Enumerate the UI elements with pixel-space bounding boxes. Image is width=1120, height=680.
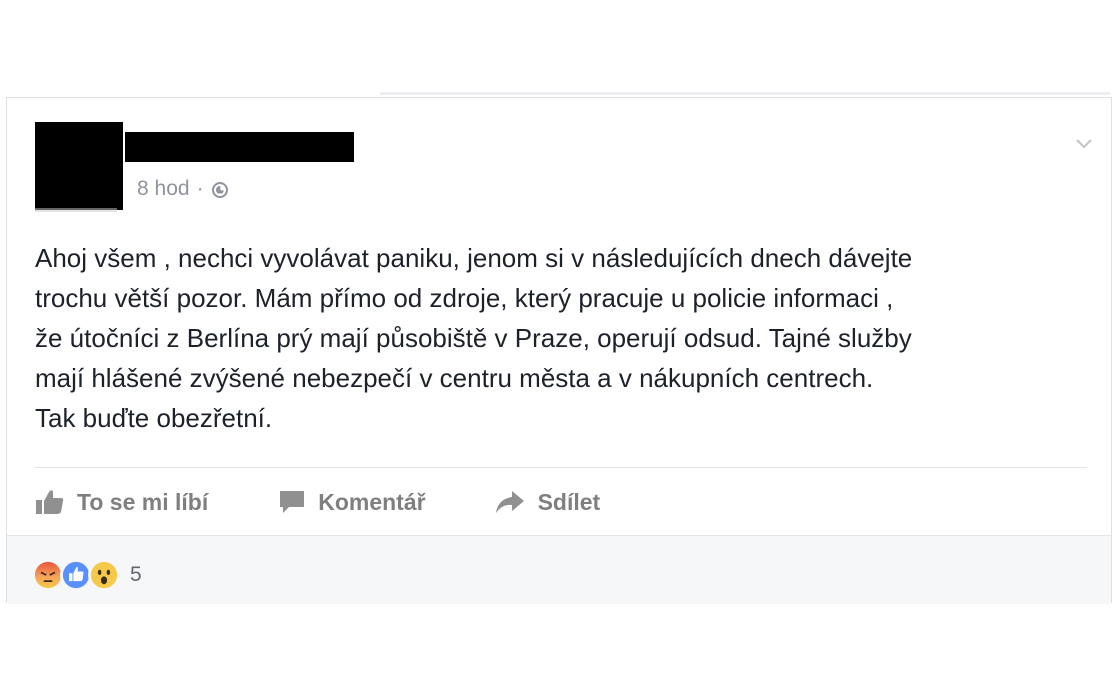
share-label: Sdílet	[537, 488, 601, 515]
action-divider	[35, 467, 1087, 468]
like-label: To se mi líbí	[77, 488, 209, 515]
post-text-line: Tak buďte obezřetní.	[35, 403, 273, 433]
globe-icon[interactable]	[211, 181, 228, 198]
meta-separator: ·	[196, 177, 204, 200]
post-text-line: mají hlášené zvýšené nebezpečí v centru …	[35, 363, 874, 393]
chevron-down-icon[interactable]	[1075, 134, 1093, 152]
post-text-line: že útočníci z Berlína prý mají působiště…	[35, 323, 912, 353]
thumbs-up-icon	[36, 490, 64, 514]
comment-label: Komentář	[318, 488, 426, 515]
comment-button[interactable]: Komentář	[278, 488, 426, 516]
reaction-summary[interactable]: 5	[32, 558, 142, 592]
reactions-bar: 5	[7, 535, 1111, 604]
avatar[interactable]	[35, 122, 123, 210]
avatar-shadow	[35, 208, 117, 212]
reaction-count: 5	[130, 563, 142, 586]
post-text-line: Ahoj všem , nechci vyvolávat paniku, jen…	[35, 243, 913, 273]
post-body: Ahoj všem , nechci vyvolávat paniku, jen…	[35, 238, 1095, 438]
post-timestamp[interactable]: 8 hod	[137, 177, 190, 201]
post-card: 8 hod · Ahoj všem , nechci vyvolávat pan…	[6, 97, 1112, 604]
post-meta: 8 hod ·	[137, 176, 228, 202]
wow-icon	[88, 559, 120, 591]
action-bar: To se mi líbí Komentář Sdílet	[35, 482, 600, 522]
post-text-line: trochu větší pozor. Mám přímo od zdroje,…	[35, 283, 894, 313]
top-strip	[380, 92, 1110, 95]
share-arrow-icon	[495, 491, 524, 513]
author-name[interactable]	[125, 132, 354, 162]
comment-icon	[280, 491, 305, 513]
share-button[interactable]: Sdílet	[494, 488, 601, 516]
like-button[interactable]: To se mi líbí	[35, 488, 208, 516]
